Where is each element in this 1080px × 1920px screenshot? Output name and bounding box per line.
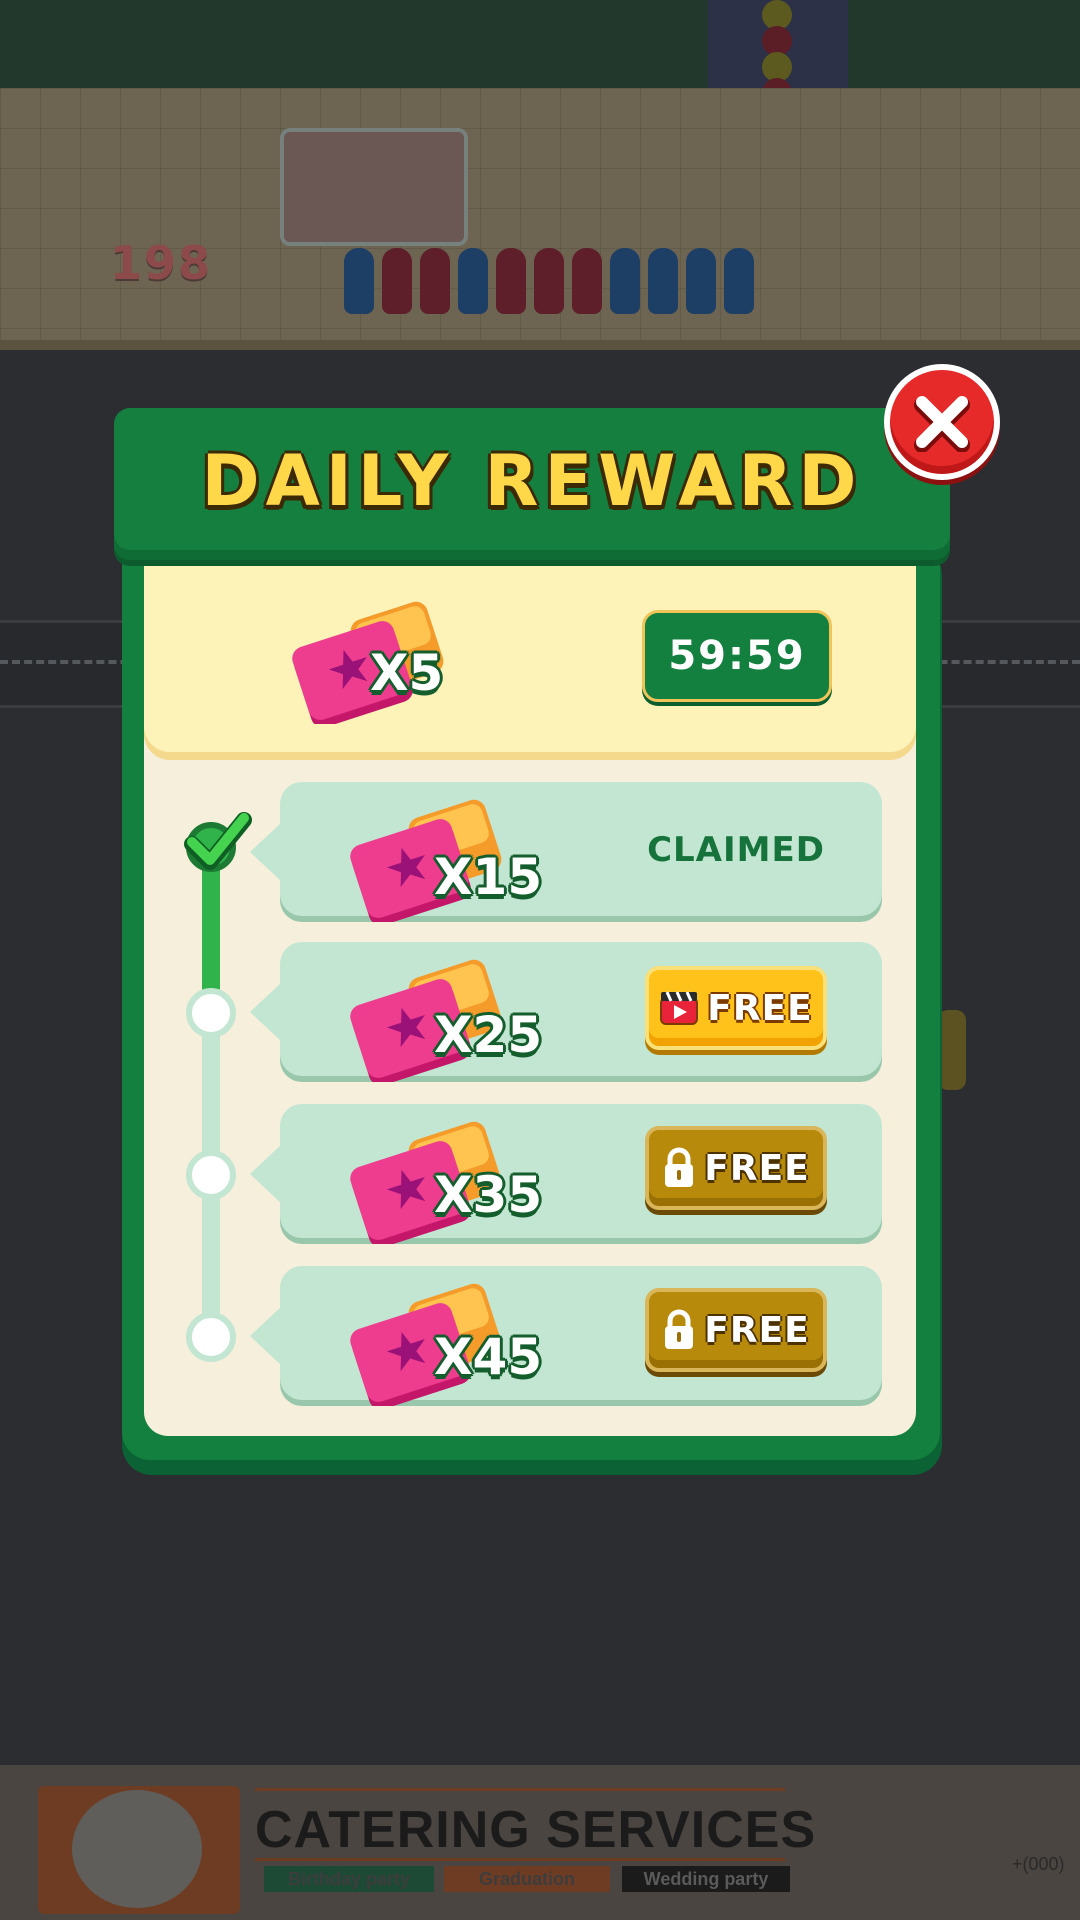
close-button[interactable] [884, 364, 1000, 480]
free-button-label: FREE [704, 1309, 810, 1351]
dialog-title: DAILY REWARD [201, 440, 863, 522]
free-claim-button-locked[interactable]: FREE [645, 1126, 827, 1210]
reward-timer: 59:59 [642, 610, 832, 702]
lock-icon [665, 1147, 694, 1187]
checkmark-icon [184, 812, 252, 870]
claimed-label: CLAIMED [647, 830, 825, 870]
row-pointer [250, 982, 282, 1042]
reward-count: X15 [434, 848, 543, 906]
progress-node [186, 988, 236, 1038]
row-pointer [250, 1306, 282, 1366]
progress-node [186, 1312, 236, 1362]
featured-reward-count: X5 [370, 644, 444, 702]
free-claim-button-locked[interactable]: FREE [645, 1288, 827, 1372]
reward-count: X35 [434, 1166, 543, 1224]
progress-node [186, 1150, 236, 1200]
video-ad-icon [660, 991, 699, 1025]
reward-count: X45 [434, 1328, 543, 1386]
reward-count: X25 [434, 1006, 543, 1064]
lock-icon [665, 1309, 694, 1349]
row-pointer [250, 822, 282, 882]
close-icon [914, 396, 970, 452]
free-claim-button[interactable]: FREE [645, 966, 827, 1050]
free-button-label: FREE [704, 1147, 810, 1189]
row-pointer [250, 1144, 282, 1204]
free-button-label: FREE [707, 987, 813, 1029]
